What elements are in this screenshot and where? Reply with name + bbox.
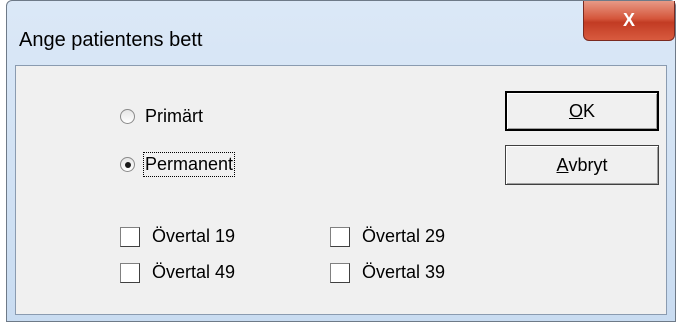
checkbox-overtal-39-label: Övertal 39 <box>362 262 446 282</box>
dialog-body: Primärt Permanent Övertal 19 Övertal 29 … <box>15 65 667 315</box>
checkbox-overtal-49-label: Övertal 49 <box>152 262 236 282</box>
cancel-label-rest: vbryt <box>568 154 608 175</box>
cancel-button[interactable]: Avbryt <box>505 145 659 185</box>
ok-button[interactable]: OK <box>505 91 659 131</box>
close-button[interactable]: X <box>583 1 675 41</box>
radio-selected-dot <box>124 161 131 168</box>
checkbox-overtal-19-label: Övertal 19 <box>152 226 236 246</box>
checkbox-box[interactable] <box>330 262 350 283</box>
ok-mnemonic: O <box>568 100 583 121</box>
checkbox-overtal-29-label: Övertal 29 <box>362 226 446 246</box>
ok-label-rest: K <box>583 100 596 121</box>
checkbox-overtal-39[interactable]: Övertal 39 <box>330 262 445 283</box>
radio-permanent[interactable]: Permanent <box>120 152 236 177</box>
close-icon: X <box>622 10 635 30</box>
radio-circle[interactable] <box>120 109 135 124</box>
radio-primary-label: Primärt <box>145 106 203 126</box>
checkbox-overtal-29[interactable]: Övertal 29 <box>330 226 445 247</box>
checkbox-box[interactable] <box>330 226 350 247</box>
checkbox-box[interactable] <box>120 262 140 283</box>
checkbox-overtal-19[interactable]: Övertal 19 <box>120 226 235 247</box>
radio-permanent-label: Permanent <box>142 152 236 177</box>
checkbox-box[interactable] <box>120 226 140 247</box>
dialog-window: Ange patientens bett X Primärt Permanent… <box>6 0 676 322</box>
checkbox-overtal-49[interactable]: Övertal 49 <box>120 262 235 283</box>
radio-primary[interactable]: Primärt <box>120 106 203 127</box>
cancel-mnemonic: A <box>556 154 569 175</box>
dialog-title: Ange patientens bett <box>19 29 203 51</box>
radio-circle[interactable] <box>120 157 135 172</box>
